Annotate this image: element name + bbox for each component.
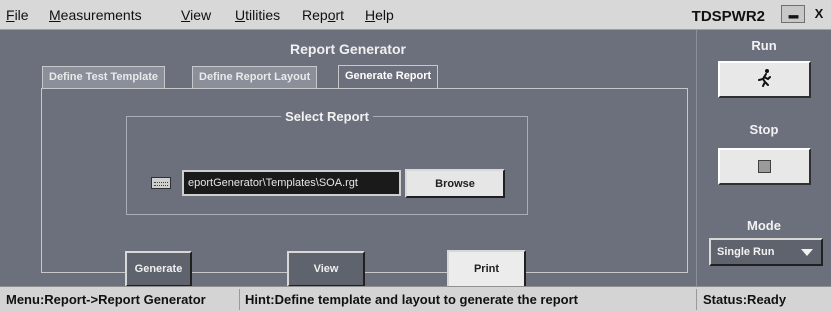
status-bar: Menu:Report->Report Generator Hint:Defin…	[0, 286, 831, 312]
menu-view[interactable]: View	[181, 7, 211, 23]
run-label: Run	[751, 38, 777, 53]
acquisition-panel: Run Stop Mode Single Run	[696, 30, 831, 286]
status-menu-path: Menu:Report->Report Generator	[6, 292, 206, 307]
running-man-icon	[755, 68, 775, 92]
report-generator-panel: Report Generator Define Test Template De…	[0, 30, 696, 288]
menu-file[interactable]: File	[6, 7, 29, 23]
menu-report[interactable]: Report	[302, 7, 344, 23]
browse-button[interactable]: Browse	[405, 169, 505, 198]
menu-measurements[interactable]: Measurements	[49, 7, 142, 23]
tab-define-report-layout[interactable]: Define Report Layout	[192, 66, 318, 88]
status-state: Status:Ready	[703, 292, 787, 307]
app-name: TDSPWR2	[691, 8, 765, 25]
stop-square-icon	[758, 160, 771, 173]
menu-help[interactable]: Help	[365, 7, 394, 23]
stop-button[interactable]	[718, 148, 811, 185]
mode-select-value: Single Run	[717, 246, 775, 258]
status-hint: Hint:Define template and layout to gener…	[245, 292, 578, 307]
menu-bar: File Measurements View Utilities Report …	[0, 0, 831, 30]
mode-select[interactable]: Single Run	[709, 238, 823, 266]
chevron-down-icon	[801, 249, 813, 256]
generate-button[interactable]: Generate	[125, 251, 192, 287]
panel-title: Report Generator	[290, 41, 406, 57]
menu-utilities[interactable]: Utilities	[235, 7, 280, 23]
status-divider	[239, 289, 240, 310]
select-report-title: Select Report	[281, 109, 373, 124]
report-path-field[interactable]: eportGenerator\Templates\SOA.rgt	[182, 170, 401, 196]
tab-content: Select Report eportGenerator\Templates\S…	[41, 88, 688, 288]
print-button[interactable]: Print	[447, 250, 526, 288]
select-report-group: Select Report eportGenerator\Templates\S…	[126, 109, 528, 215]
status-divider	[696, 289, 697, 310]
stop-label: Stop	[749, 122, 779, 137]
tab-generate-report[interactable]: Generate Report	[338, 65, 439, 89]
tab-define-test-template[interactable]: Define Test Template	[42, 66, 166, 88]
mode-label: Mode	[747, 218, 781, 233]
close-icon[interactable]: X	[811, 5, 827, 23]
file-icon	[151, 177, 171, 189]
run-button[interactable]	[718, 61, 811, 98]
view-button[interactable]: View	[287, 251, 365, 287]
minimize-icon[interactable]: ■■■	[781, 5, 805, 23]
